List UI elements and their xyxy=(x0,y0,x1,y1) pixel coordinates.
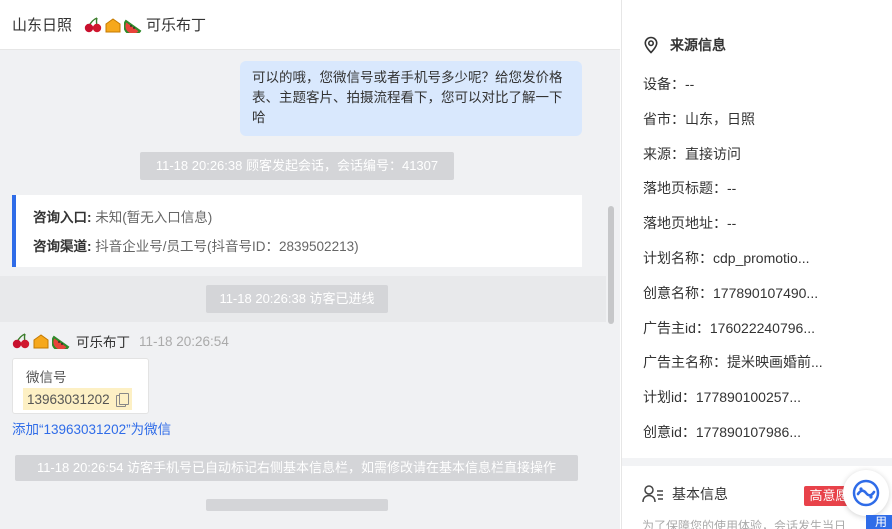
orange-icon xyxy=(32,333,50,349)
field-advertiser-name: 广告主名称：提米映画婚前... xyxy=(643,354,823,371)
usage-tip: 为了保障您的使用体验，会话发生当日 xyxy=(642,519,847,529)
watermelon-icon xyxy=(123,17,142,36)
inquiry-entry-row: 咨询入口: 未知(暂无入口信息) xyxy=(33,203,582,232)
inquiry-info-card: 咨询入口: 未知(暂无入口信息) 咨询渠道: 抖音企业号/员工号(抖音号ID：2… xyxy=(12,195,582,267)
source-info-label: 来源信息 xyxy=(670,37,726,53)
inquiry-channel-label: 咨询渠道: xyxy=(33,239,92,254)
field-province-city: 省市：山东，日照 xyxy=(643,110,755,127)
field-plan-id: 计划id：177890100257... xyxy=(643,389,801,406)
field-device: 设备：-- xyxy=(643,76,695,92)
field-creative-id: 创意id：177890107986... xyxy=(643,423,801,440)
assistant-float-button[interactable] xyxy=(843,470,889,516)
location-pin-icon xyxy=(644,36,658,54)
inquiry-channel-value: 抖音企业号/员工号(抖音号ID：2839502213) xyxy=(95,239,359,254)
visitor-message-header: 可乐布丁 11-18 20:26:54 xyxy=(12,331,229,352)
visitor-nickname: 可乐布丁 xyxy=(146,17,207,34)
outgoing-message: 可以的哦，您微信号或者手机号多少呢？给您发价格表、主题客片、拍摄流程看下，您可以… xyxy=(240,61,582,136)
field-creative-name: 创意名称：177890107490... xyxy=(643,284,819,301)
field-landing-url: 落地页地址：-- xyxy=(643,215,737,232)
source-fields: 设备：-- 省市：山东，日照 来源：直接访问 落地页标题：-- 落地页地址：--… xyxy=(643,67,823,450)
cherry-icon xyxy=(12,333,30,349)
nickname-emojis xyxy=(12,333,70,352)
user-list-icon xyxy=(642,485,663,503)
system-message-phone-tagged: 11-18 20:26:54 访客手机号已自动标记右侧基本信息栏，如需修改请在基… xyxy=(15,455,578,481)
basic-info-title: 基本信息 xyxy=(642,484,728,504)
inquiry-channel-row: 咨询渠道: 抖音企业号/员工号(抖音号ID：2839502213) xyxy=(33,232,582,261)
cherry-icon xyxy=(84,16,102,33)
corner-tab[interactable]: 用 xyxy=(866,515,892,529)
wechat-card: 微信号 13963031202 xyxy=(12,358,149,414)
visitor-message-time: 11-18 20:26:54 xyxy=(139,333,229,349)
source-info-title: 来源信息 xyxy=(642,35,726,55)
wechat-number[interactable]: 13963031202 xyxy=(27,392,110,407)
visitor-info-panel: 来源信息 设备：-- 省市：山东，日照 来源：直接访问 落地页标题：-- 落地页… xyxy=(621,0,892,529)
system-message-partial xyxy=(206,499,388,511)
wechat-number-chip: 13963031202 xyxy=(23,388,132,410)
nickname-emojis xyxy=(84,16,142,36)
chat-scrollbar[interactable] xyxy=(608,206,614,324)
visitor-message-nickname: 可乐布丁 xyxy=(76,335,130,350)
watermelon-icon xyxy=(51,333,70,352)
wechat-label: 微信号 xyxy=(26,370,67,385)
field-landing-title: 落地页标题：-- xyxy=(643,180,737,197)
section-divider xyxy=(622,458,892,466)
inquiry-entry-label: 咨询入口: xyxy=(33,210,92,225)
basic-info-label: 基本信息 xyxy=(672,486,728,502)
copy-icon[interactable] xyxy=(115,392,129,407)
chat-header: 山东日照 可乐布丁 xyxy=(0,0,620,50)
system-message-session-start: 11-18 20:26:38 顾客发起会话，会话编号：41307 xyxy=(140,152,454,180)
add-wechat-link[interactable]: 添加“13963031202”为微信 xyxy=(12,418,171,438)
field-source: 来源：直接访问 xyxy=(643,145,741,162)
field-advertiser-id: 广告主id：176022240796... xyxy=(643,319,815,336)
assistant-logo-icon xyxy=(852,479,880,507)
field-plan-name: 计划名称：cdp_promotio... xyxy=(643,249,810,266)
visitor-region: 山东日照 xyxy=(12,17,73,34)
orange-icon xyxy=(104,17,122,33)
system-message-visitor-in: 11-18 20:26:38 访客已进线 xyxy=(206,285,388,313)
chat-panel: 山东日照 可乐布丁 12:00:00 可以的哦，您微信号或者手机号多少呢？给您发… xyxy=(0,0,620,529)
inquiry-entry-value: 未知(暂无入口信息) xyxy=(95,210,213,225)
